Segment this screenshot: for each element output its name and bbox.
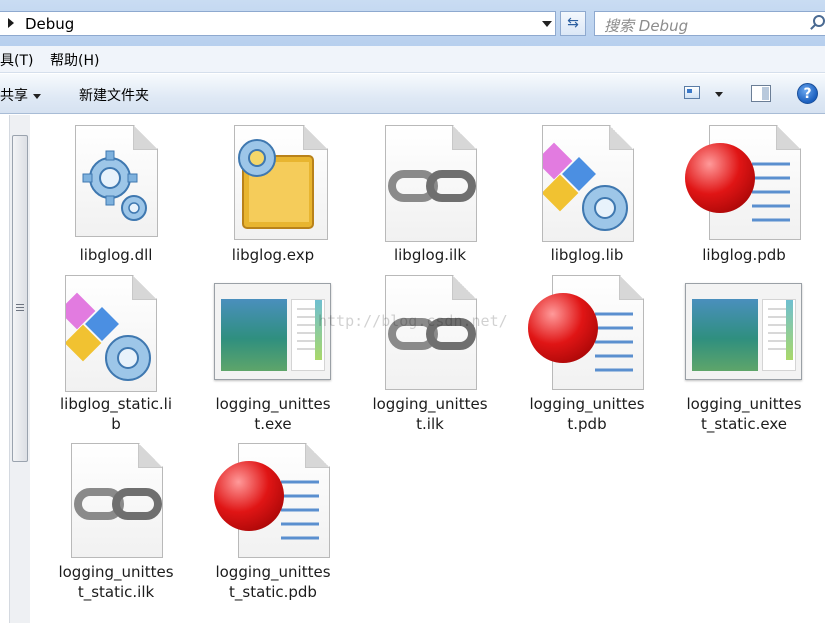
preview-pane-icon[interactable] [751, 85, 771, 102]
share-dropdown-icon [33, 93, 41, 99]
dll-gears-icon [75, 125, 158, 237]
search-box[interactable]: 搜索 Debug [594, 11, 825, 36]
file-name-line-1: logging_unittes [215, 563, 331, 581]
scrollbar-thumb[interactable] [12, 135, 28, 462]
file-item[interactable]: libglog_static.li b [41, 275, 191, 435]
file-name: libglog.ilk [393, 246, 467, 264]
change-view-icon[interactable] [684, 86, 700, 99]
file-item[interactable]: logging_unittes t_static.ilk [41, 443, 191, 603]
file-item[interactable]: libglog.lib [512, 125, 662, 275]
new-folder-button[interactable]: 新建文件夹 [79, 85, 149, 105]
file-name: libglog.pdb [702, 246, 786, 264]
file-name-line-1: logging_unittes [529, 395, 645, 413]
file-name-line-1: logging_unittes [215, 395, 331, 413]
search-icon[interactable] [813, 15, 825, 27]
red-ball-icon [214, 461, 284, 531]
file-name: libglog.lib [550, 246, 624, 264]
file-name-line-1: logging_unittes [686, 395, 802, 413]
menu-bar: 具(T) 帮助(H) [0, 46, 825, 73]
exe-window-icon [214, 283, 331, 380]
red-ball-icon [685, 143, 755, 213]
scroll-grip-icon [16, 304, 24, 305]
file-item[interactable]: logging_unittes t.exe [198, 275, 348, 435]
file-item[interactable]: libglog.pdb [669, 125, 819, 275]
file-name-line-2: t_static.exe [701, 415, 787, 433]
red-ball-icon [528, 293, 598, 363]
ilk-chain-icon [385, 275, 477, 390]
ilk-chain-icon [71, 443, 163, 558]
exe-window-icon [685, 283, 802, 380]
file-item[interactable]: libglog.dll [41, 125, 191, 275]
scroll-up-arrow-icon[interactable] [12, 117, 28, 133]
ilk-chain-icon [385, 125, 477, 242]
address-history-dropdown-icon[interactable] [542, 21, 552, 27]
file-list[interactable]: libglog.dll libglog.exp libglog.ilk libg… [31, 115, 825, 623]
file-item[interactable]: logging_unittes t.ilk [355, 275, 505, 435]
address-bar[interactable]: Debug [0, 11, 556, 36]
help-icon[interactable]: ? [797, 83, 818, 104]
address-toolbar: Debug ⇆ 搜索 Debug [0, 0, 825, 46]
file-item[interactable]: logging_unittes t.pdb [512, 275, 662, 435]
lib-blocks-gear-icon [65, 275, 157, 392]
navigation-scrollbar[interactable] [9, 115, 30, 623]
menu-help[interactable]: 帮助(H) [50, 50, 99, 70]
share-button[interactable]: 共享 [0, 85, 41, 105]
breadcrumb-arrow-icon[interactable] [8, 18, 14, 28]
file-name: libglog.exp [231, 246, 315, 264]
lib-blocks-gear-icon [542, 125, 634, 242]
address-path[interactable]: Debug [25, 15, 74, 33]
file-name-line-2: t.exe [254, 415, 292, 433]
file-item[interactable]: logging_unittes t_static.exe [669, 275, 819, 435]
file-name-line-1: libglog_static.li [59, 395, 173, 413]
search-input[interactable]: 搜索 Debug [604, 15, 688, 36]
file-name-line-2: t.pdb [567, 415, 607, 433]
file-name-line-2: b [111, 415, 121, 433]
refresh-icon: ⇆ [567, 15, 579, 31]
file-item[interactable]: libglog.exp [198, 125, 348, 275]
file-item[interactable]: libglog.ilk [355, 125, 505, 275]
file-name: libglog.dll [79, 246, 153, 264]
file-name-line-1: logging_unittes [58, 563, 174, 581]
menu-tools[interactable]: 具(T) [0, 50, 33, 70]
refresh-button[interactable]: ⇆ [560, 11, 586, 36]
view-options-dropdown-icon[interactable] [715, 92, 723, 97]
file-name-line-1: logging_unittes [372, 395, 488, 413]
command-bar: 共享 新建文件夹 [0, 74, 825, 114]
file-name-line-2: t_static.pdb [229, 583, 317, 601]
exp-book-gear-icon [234, 125, 328, 240]
file-item[interactable]: logging_unittes t_static.pdb [198, 443, 348, 603]
file-name-line-2: t_static.ilk [77, 583, 155, 601]
file-name-line-2: t.ilk [416, 415, 444, 433]
share-label: 共享 [0, 88, 28, 104]
